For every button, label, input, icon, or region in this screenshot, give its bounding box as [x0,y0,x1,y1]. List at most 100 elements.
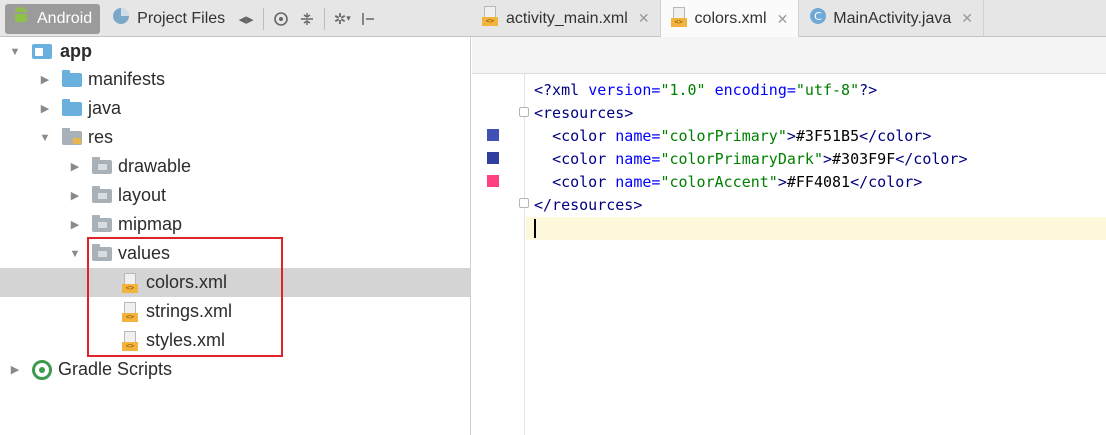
code-line: <color name="colorPrimaryDark">#303F9F</… [526,148,1106,171]
code-token: #3F51B5 [795,127,860,145]
android-view-label: Android [37,9,93,27]
folder-icon [62,69,82,87]
tree-node-gradle-scripts[interactable]: ▶ Gradle Scripts [0,355,470,384]
collapse-all-icon[interactable] [294,4,320,34]
tree-node-label: Gradle Scripts [58,359,173,379]
code-token: "utf-8" [795,81,860,99]
project-files-view-label: Project Files [137,9,226,27]
java-class-icon: C [809,7,827,30]
current-line [526,217,1106,240]
tree-node-label: manifests [88,69,166,89]
chevron-right-icon[interactable]: ▶ [68,189,82,202]
code-token: > [823,150,833,168]
project-toolbar: Android Project Files ◂▸ ✲ ▾ [0,0,471,37]
tab-label: activity_main.xml [506,9,628,27]
tree-node-res[interactable]: ▼ res [0,123,470,152]
gear-icon[interactable]: ✲ ▾ [329,4,355,34]
close-icon[interactable]: ✕ [638,10,650,27]
android-view-button[interactable]: Android [5,3,101,34]
code-token: > [786,127,796,145]
project-tree: ▼ app ▶ manifests ▶ java ▼ res ▶ drawabl… [0,37,471,435]
color-swatch-accent[interactable] [487,175,499,187]
chevron-down-icon[interactable]: ▼ [38,132,52,144]
code-token: name= [615,173,661,191]
top-toolbar: Android Project Files ◂▸ ✲ ▾ <> activity_… [0,0,1106,38]
code-token: > [777,173,787,191]
close-icon[interactable]: ✕ [961,10,973,27]
tree-node-label: drawable [118,156,192,176]
chevron-right-icon[interactable]: ▶ [68,218,82,231]
gradle-icon [32,359,52,380]
editor-breadcrumb-bar [472,37,1106,74]
code-token: "colorPrimary" [660,127,787,145]
tree-node-java[interactable]: ▶ java [0,94,470,123]
code-editor[interactable]: <?xml version="1.0" encoding="utf-8"?> <… [526,74,1106,435]
code-line: </resources> [526,194,1106,217]
chevron-right-icon[interactable]: ▶ [8,363,22,376]
toolbar-divider [324,7,326,30]
hide-panel-icon[interactable] [355,4,381,34]
code-token: "1.0" [660,81,706,99]
scroll-from-source-icon[interactable] [268,4,294,34]
xml-file-icon: <> [670,6,689,32]
code-token: "colorPrimaryDark" [660,150,823,168]
code-token: <?xml [534,81,589,99]
module-icon [32,43,54,60]
tree-node-label: layout [118,185,167,205]
toolbar-divider [263,7,265,30]
scroll-arrows-icon[interactable]: ◂▸ [233,4,259,34]
code-token: name= [615,127,661,145]
project-files-icon [111,6,131,31]
editor-tab-bar: <> activity_main.xml ✕ <> colors.xml ✕ C… [472,0,984,38]
code-token: <resources> [534,104,634,122]
code-token: </color> [850,173,923,191]
code-token: </color> [859,127,932,145]
xml-file-icon: <> [482,6,500,31]
chevron-right-icon[interactable]: ▶ [68,160,82,173]
chevron-down-icon[interactable]: ▼ [68,248,82,260]
tab-label: colors.xml [694,10,767,27]
code-token: <color [552,150,616,168]
code-token: ?> [859,81,878,99]
code-token: <color [552,127,616,145]
tree-node-app[interactable]: ▼ app [0,37,470,66]
close-icon[interactable]: ✕ [777,11,789,28]
color-swatch-primary[interactable] [487,129,499,141]
code-token: </color> [895,150,968,168]
code-line: <?xml version="1.0" encoding="utf-8"?> [526,79,1106,102]
text-caret [534,219,536,238]
project-files-view-button[interactable]: Project Files [105,4,233,34]
code-token: name= [615,150,661,168]
code-line: <color name="colorPrimary">#3F51B5</colo… [526,125,1106,148]
tab-label: MainActivity.java [833,9,952,27]
chevron-right-icon[interactable]: ▶ [38,102,52,115]
tree-node-layout[interactable]: ▶ layout [0,181,470,210]
tree-node-label: res [88,127,114,147]
tree-node-label: java [88,98,122,118]
tree-node-drawable[interactable]: ▶ drawable [0,152,470,181]
code-token: #303F9F [832,150,896,168]
tree-node-manifests[interactable]: ▶ manifests [0,65,470,94]
code-token: </resources> [534,196,643,214]
chevron-down-icon[interactable]: ▼ [8,46,22,58]
code-token: encoding= [714,81,796,99]
tab-activity-main-xml[interactable]: <> activity_main.xml ✕ [472,0,661,37]
tree-node-mipmap[interactable]: ▶ mipmap [0,210,470,239]
code-token: "colorAccent" [660,173,778,191]
code-line: <color name="colorAccent">#FF4081</color… [526,171,1106,194]
color-swatch-primary-dark[interactable] [487,152,499,164]
folder-icon [92,214,112,232]
tree-node-label: app [60,41,93,61]
code-token: version= [588,81,661,99]
tab-colors-xml[interactable]: <> colors.xml ✕ [660,0,800,38]
folder-icon [92,156,112,174]
code-token: #FF4081 [786,173,851,191]
resource-folder-icon [62,127,82,145]
tree-node-label: mipmap [118,214,183,234]
tab-mainactivity-java[interactable]: C MainActivity.java ✕ [799,0,984,37]
svg-text:C: C [814,10,822,23]
folder-icon [62,98,82,116]
android-icon [11,6,31,31]
chevron-right-icon[interactable]: ▶ [38,73,52,86]
